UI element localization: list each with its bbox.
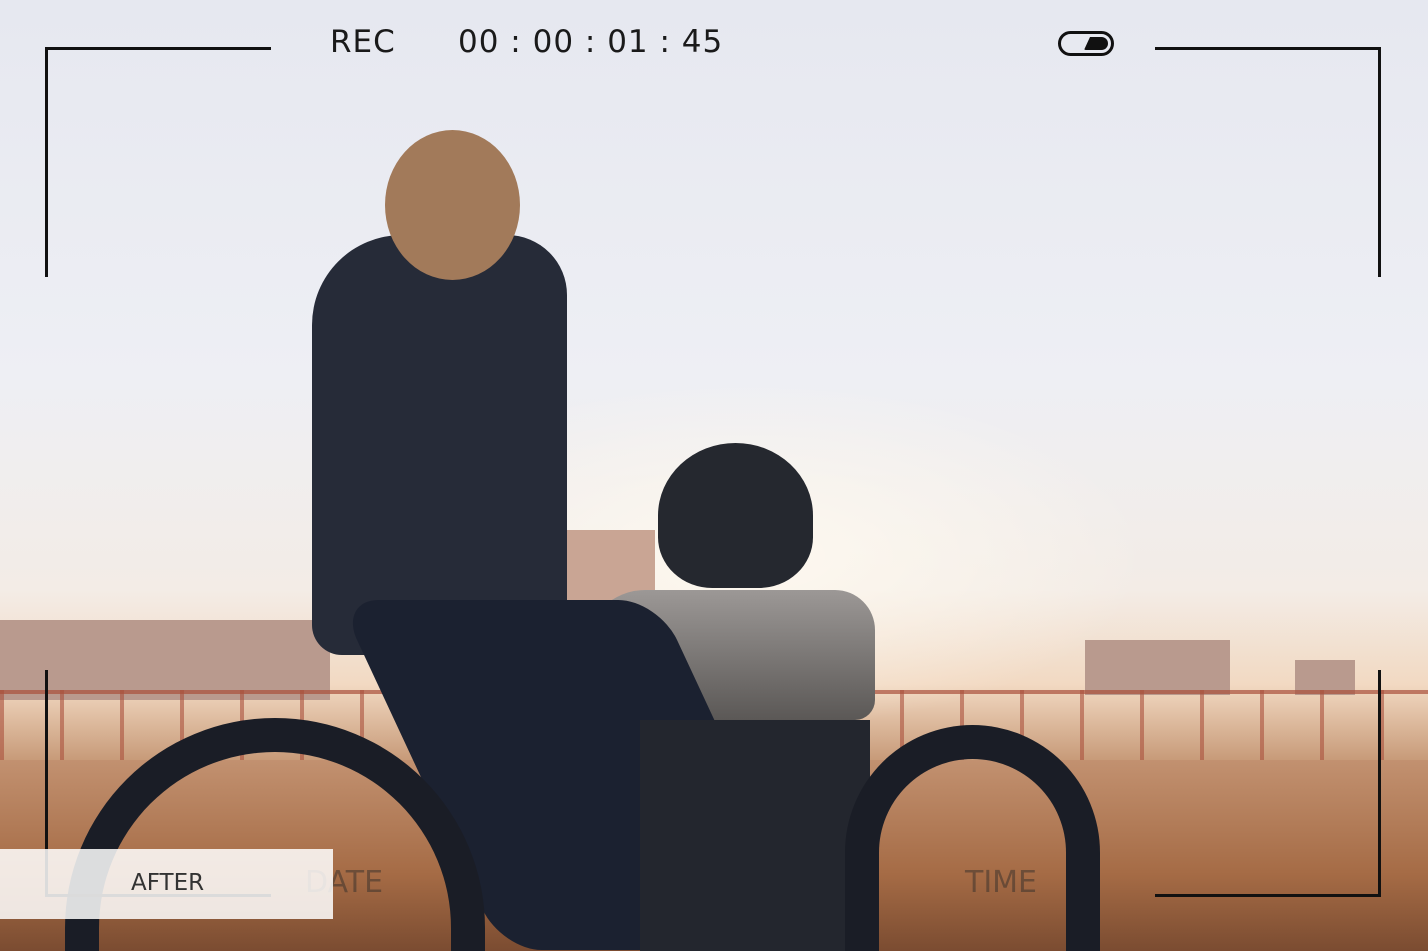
frame-corner-top-right [1155,47,1381,277]
frame-corner-bottom-right [1155,670,1381,897]
after-label: AFTER [131,870,205,896]
battery-icon [1058,31,1114,56]
rider-jacket [312,235,567,655]
rider-head [385,130,520,280]
timecode: 00 : 00 : 01 : 45 [458,24,724,60]
frame-corner-top-left [45,47,271,277]
rec-label: REC [330,24,396,60]
battery-fill [1084,37,1108,50]
time-label: TIME [965,865,1038,900]
engine [640,720,870,951]
helmet [658,443,813,588]
viewfinder-frame: REC 00 : 00 : 01 : 45 DATE TIME AFTER [0,0,1428,951]
